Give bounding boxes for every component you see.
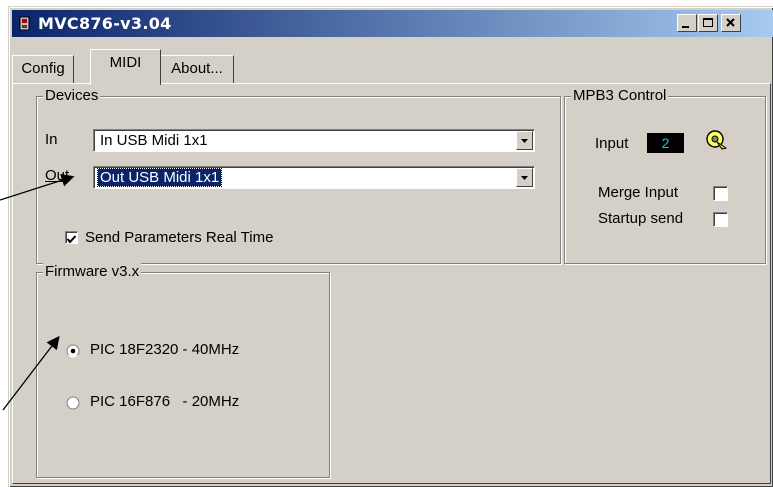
devices-group: Devices In In USB Midi 1x1 Out Out USB M… bbox=[36, 87, 561, 264]
tab-midi-label: MIDI bbox=[109, 54, 142, 71]
tab-about[interactable]: About... bbox=[160, 55, 234, 83]
firmware-group: Firmware v3.x PIC 18F2320 - 40MHz PIC 16… bbox=[36, 263, 330, 478]
tab-panel-midi: Devices In In USB Midi 1x1 Out Out USB M… bbox=[12, 83, 771, 484]
in-device-dropdown-button[interactable] bbox=[516, 131, 533, 150]
devices-legend: Devices bbox=[43, 87, 101, 104]
radio-pic16f876-label: PIC 16F876 - 20MHz bbox=[90, 393, 240, 410]
radio-pic18f2320-label: PIC 18F2320 - 40MHz bbox=[90, 341, 240, 358]
merge-input-label: Merge Input bbox=[598, 184, 679, 201]
app-window: MVC876-v3.04 Config MIDI About... Device… bbox=[8, 6, 773, 487]
in-device-select[interactable]: In USB Midi 1x1 bbox=[93, 129, 535, 152]
tab-config-label: Config bbox=[21, 60, 65, 77]
send-realtime-label: Send Parameters Real Time bbox=[85, 229, 274, 246]
close-button[interactable] bbox=[721, 14, 741, 32]
tab-about-label: About... bbox=[171, 60, 223, 77]
merge-input-checkbox[interactable] bbox=[713, 186, 728, 201]
title-bar[interactable]: MVC876-v3.04 bbox=[12, 10, 773, 37]
send-realtime-checkbox[interactable] bbox=[65, 231, 78, 244]
radio-pic16f876[interactable] bbox=[66, 396, 80, 410]
firmware-legend: Firmware v3.x bbox=[43, 263, 142, 280]
close-icon bbox=[726, 18, 735, 27]
app-icon[interactable] bbox=[18, 16, 32, 32]
input-number-display[interactable]: 2 bbox=[647, 133, 684, 153]
in-device-value: In USB Midi 1x1 bbox=[100, 132, 208, 149]
out-device-select[interactable]: Out USB Midi 1x1 bbox=[93, 166, 535, 189]
maximize-button[interactable] bbox=[698, 14, 718, 32]
out-device-value: Out USB Midi 1x1 bbox=[96, 168, 223, 187]
minimize-button[interactable] bbox=[677, 14, 697, 32]
checkmark-icon bbox=[66, 235, 77, 244]
radio-pic18f2320[interactable] bbox=[66, 344, 80, 358]
in-label: In bbox=[45, 131, 58, 148]
startup-send-label: Startup send bbox=[598, 210, 684, 227]
tab-midi[interactable]: MIDI bbox=[90, 49, 161, 85]
mpb3-group: MPB3 Control Input 2 Merge Input Startup… bbox=[564, 87, 766, 264]
chevron-down-icon bbox=[521, 176, 528, 180]
knob-icon[interactable] bbox=[704, 128, 730, 156]
mpb3-legend: MPB3 Control bbox=[571, 87, 669, 104]
chevron-down-icon bbox=[521, 139, 528, 143]
maximize-icon bbox=[703, 18, 713, 27]
window-title: MVC876-v3.04 bbox=[38, 14, 172, 33]
input-label: Input bbox=[595, 135, 629, 152]
startup-send-checkbox[interactable] bbox=[713, 212, 728, 227]
out-device-dropdown-button[interactable] bbox=[516, 168, 533, 187]
minimize-icon bbox=[682, 26, 689, 28]
tab-config[interactable]: Config bbox=[12, 55, 74, 83]
out-label: Out bbox=[45, 167, 70, 184]
